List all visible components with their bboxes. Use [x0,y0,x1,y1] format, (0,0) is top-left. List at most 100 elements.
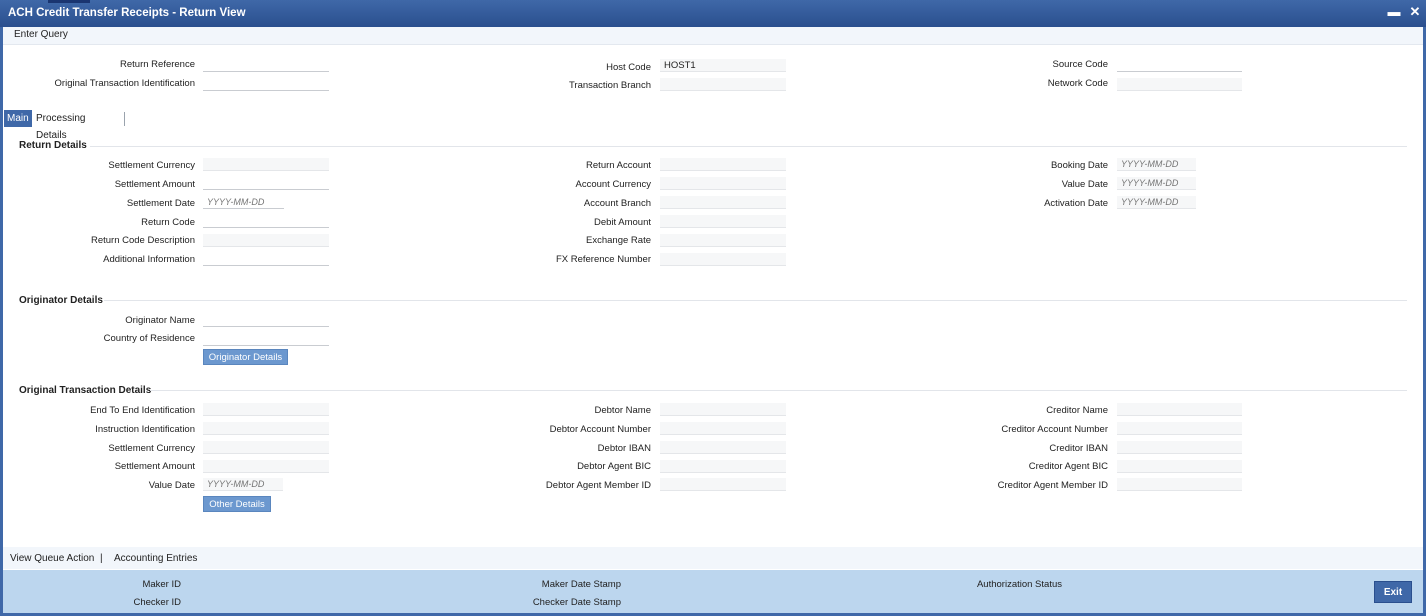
titlebar-accent [48,0,90,3]
debtor-iban-field [660,441,786,454]
end-to-end-identification-field [203,403,329,416]
source-code-input[interactable] [1117,59,1242,72]
return-code-description-field [203,234,329,247]
value-date-field [1117,177,1196,190]
creditor-agent-member-id-field [1117,478,1242,491]
value-date-label: Value Date [1061,179,1108,190]
creditor-agent-bic-label: Creditor Agent BIC [1028,461,1108,472]
close-icon[interactable]: ✕ [1408,5,1422,19]
account-branch-label: Account Branch [583,198,651,209]
return-code-description-label: Return Code Description [90,235,195,246]
debtor-agent-member-id-label: Debtor Agent Member ID [545,480,651,491]
orig-settlement-amount-label: Settlement Amount [114,461,195,472]
return-reference-input[interactable] [203,59,329,72]
activation-date-label: Activation Date [1044,198,1108,209]
authorization-status-label: Authorization Status [976,579,1062,590]
tab-processing-details[interactable]: Processing Details [33,110,88,141]
return-account-field [660,158,786,171]
accounting-entries-link[interactable]: Accounting Entries [114,553,197,564]
section-divider [104,300,1407,301]
original-transaction-details-heading: Original Transaction Details [19,385,152,396]
orig-settlement-amount-field [203,460,329,473]
account-currency-field [660,177,786,190]
window-titlebar: ACH Credit Transfer Receipts - Return Vi… [0,0,1426,27]
originator-details-heading: Originator Details [19,295,103,306]
checker-date-stamp-label: Checker Date Stamp [532,597,621,608]
maker-id-label: Maker ID [142,579,181,590]
host-code-label: Host Code [606,62,651,73]
booking-date-field [1117,158,1196,171]
orig-settlement-currency-label: Settlement Currency [108,443,195,454]
minimize-icon[interactable]: ▬ [1387,5,1401,19]
transaction-branch-field [660,78,786,91]
debit-amount-field [660,215,786,228]
checker-id-label: Checker ID [133,597,181,608]
return-account-label: Return Account [586,160,651,171]
debtor-name-field [660,403,786,416]
debtor-account-number-field [660,422,786,435]
tab-separator [124,112,125,126]
original-transaction-identification-label: Original Transaction Identification [54,78,195,89]
footer-links: View Queue Action | Accounting Entries [3,547,1423,569]
network-code-field [1117,78,1242,91]
maker-date-stamp-label: Maker Date Stamp [541,579,621,590]
debit-amount-label: Debit Amount [593,217,651,228]
country-of-residence-label: Country of Residence [103,333,195,344]
country-of-residence-input[interactable] [203,333,329,346]
exchange-rate-label: Exchange Rate [586,235,651,246]
return-reference-label: Return Reference [120,59,195,70]
debtor-name-label: Debtor Name [594,405,652,416]
toolbar: Enter Query [3,27,1423,45]
creditor-name-field [1117,403,1242,416]
originator-name-input[interactable] [203,314,329,327]
originator-details-button[interactable]: Originator Details [203,349,288,365]
return-code-label: Return Code [141,217,195,228]
creditor-iban-label: Creditor IBAN [1049,443,1108,454]
fx-reference-number-field [660,253,786,266]
orig-settlement-currency-field [203,441,329,454]
settlement-amount-input[interactable] [203,177,329,190]
instruction-identification-label: Instruction Identification [95,424,195,435]
source-code-label: Source Code [1052,59,1108,70]
view-queue-action-link[interactable]: View Queue Action [10,553,94,564]
tab-main[interactable]: Main [4,110,32,127]
account-branch-field [660,196,786,209]
footer-link-separator: | [100,553,103,564]
settlement-date-input[interactable] [203,196,284,209]
settlement-amount-label: Settlement Amount [114,179,195,190]
settlement-date-label: Settlement Date [126,198,195,209]
account-currency-label: Account Currency [575,179,651,190]
transaction-branch-label: Transaction Branch [568,80,651,91]
orig-value-date-field [203,478,283,491]
originator-name-label: Originator Name [125,315,195,326]
host-code-field [660,59,786,72]
fx-reference-number-label: FX Reference Number [555,254,651,265]
end-to-end-identification-label: End To End Identification [90,405,195,416]
settlement-currency-field [203,158,329,171]
original-transaction-identification-input[interactable] [203,78,329,91]
instruction-identification-field [203,422,329,435]
section-divider [90,146,1407,147]
settlement-currency-label: Settlement Currency [108,160,195,171]
other-details-button[interactable]: Other Details [203,496,271,512]
debtor-agent-member-id-field [660,478,786,491]
debtor-account-number-label: Debtor Account Number [549,424,651,435]
network-code-label: Network Code [1047,78,1108,89]
exchange-rate-field [660,234,786,247]
debtor-agent-bic-label: Debtor Agent BIC [577,461,651,472]
booking-date-label: Booking Date [1050,160,1108,171]
creditor-agent-bic-field [1117,460,1242,473]
debtor-agent-bic-field [660,460,786,473]
orig-value-date-label: Value Date [148,480,195,491]
creditor-iban-field [1117,441,1242,454]
section-divider [150,390,1407,391]
enter-query-button[interactable]: Enter Query [14,29,68,40]
activation-date-field [1117,196,1196,209]
window-title: ACH Credit Transfer Receipts - Return Vi… [8,7,246,19]
additional-information-input[interactable] [203,253,329,266]
exit-button[interactable]: Exit [1374,581,1412,603]
creditor-agent-member-id-label: Creditor Agent Member ID [997,480,1108,491]
return-code-input[interactable] [203,215,329,228]
audit-status-bar [3,570,1423,613]
additional-information-label: Additional Information [103,254,195,265]
